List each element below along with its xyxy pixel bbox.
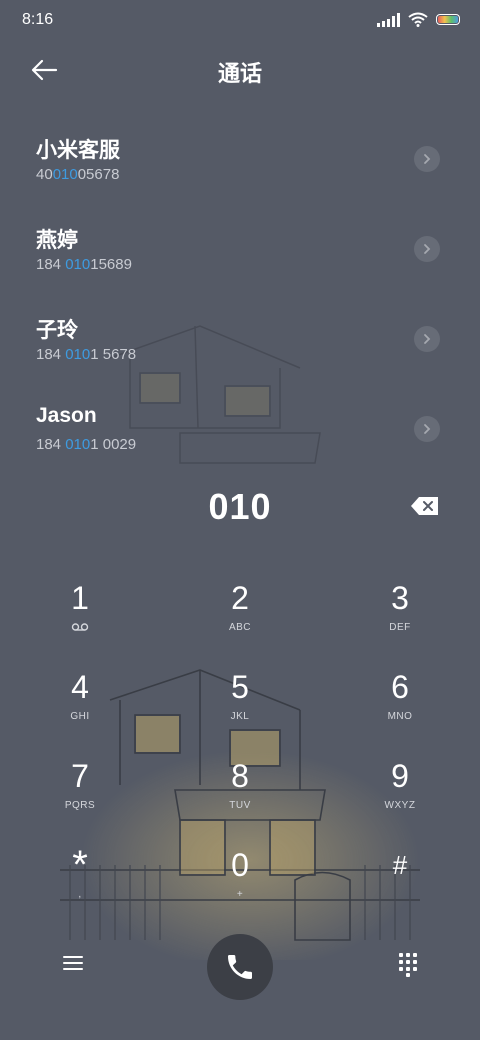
key-3[interactable]: 3 DEF <box>320 570 480 659</box>
list-item[interactable]: Jason 184 0101 0029 <box>0 382 480 472</box>
number-match-highlight: 010 <box>65 346 91 363</box>
key-0[interactable]: 0 + <box>160 837 320 926</box>
contact-number: 184 0101 5678 <box>36 346 137 363</box>
contact-number: 184 0101 0029 <box>36 436 137 453</box>
chevron-right-icon[interactable] <box>414 326 440 352</box>
key-hash[interactable]: # <box>320 837 480 926</box>
key-1[interactable]: 1 <box>0 570 160 659</box>
contact-name: 小米客服 <box>36 139 120 162</box>
number-match-highlight: 010 <box>52 166 78 183</box>
contact-results-list: 小米客服 4001005678 燕婷 184 01015689 子玲 184 0… <box>0 112 480 472</box>
key-9[interactable]: 9 WXYZ <box>320 748 480 837</box>
chevron-right-icon[interactable] <box>414 236 440 262</box>
number-match-highlight: 010 <box>65 256 91 273</box>
contact-number: 184 01015689 <box>36 256 132 273</box>
key-4[interactable]: 4 GHI <box>0 659 160 748</box>
status-icons <box>377 12 460 27</box>
phone-icon <box>228 955 252 979</box>
key-5[interactable]: 5 JKL <box>160 659 320 748</box>
contact-number: 4001005678 <box>36 166 120 183</box>
header: 通话 <box>0 46 480 94</box>
chevron-right-icon[interactable] <box>414 146 440 172</box>
list-item[interactable]: 子玲 184 0101 5678 <box>0 292 480 382</box>
chevron-right-icon[interactable] <box>414 416 440 442</box>
dialpad-icon[interactable] <box>398 952 418 978</box>
voicemail-icon <box>71 623 89 631</box>
menu-icon[interactable] <box>62 954 84 972</box>
key-2[interactable]: 2 ABC <box>160 570 320 659</box>
status-time: 8:16 <box>22 11 54 28</box>
list-item[interactable]: 燕婷 184 01015689 <box>0 202 480 292</box>
battery-icon <box>436 14 460 25</box>
contact-name: 子玲 <box>36 319 78 342</box>
dialed-number: 010 <box>208 486 272 527</box>
page-title: 通话 <box>217 61 262 86</box>
key-6[interactable]: 6 MNO <box>320 659 480 748</box>
contact-name: 燕婷 <box>36 229 78 252</box>
key-star[interactable]: * , <box>0 837 160 926</box>
dial-keypad: 1 2 ABC 3 DEF 4 GHI 5 JKL 6 MNO 7 PQRS 8… <box>0 570 480 926</box>
list-item[interactable]: 小米客服 4001005678 <box>0 112 480 202</box>
dialed-number-display: 010 <box>0 482 480 532</box>
signal-icon <box>377 12 400 27</box>
backspace-icon[interactable] <box>410 496 440 516</box>
wifi-icon <box>408 12 428 27</box>
status-bar: 8:16 <box>0 0 480 42</box>
contact-name: Jason <box>36 404 97 427</box>
bottom-action-bar <box>0 932 480 1002</box>
number-match-highlight: 010 <box>65 436 91 453</box>
key-7[interactable]: 7 PQRS <box>0 748 160 837</box>
call-button[interactable] <box>207 934 273 1000</box>
key-8[interactable]: 8 TUV <box>160 748 320 837</box>
